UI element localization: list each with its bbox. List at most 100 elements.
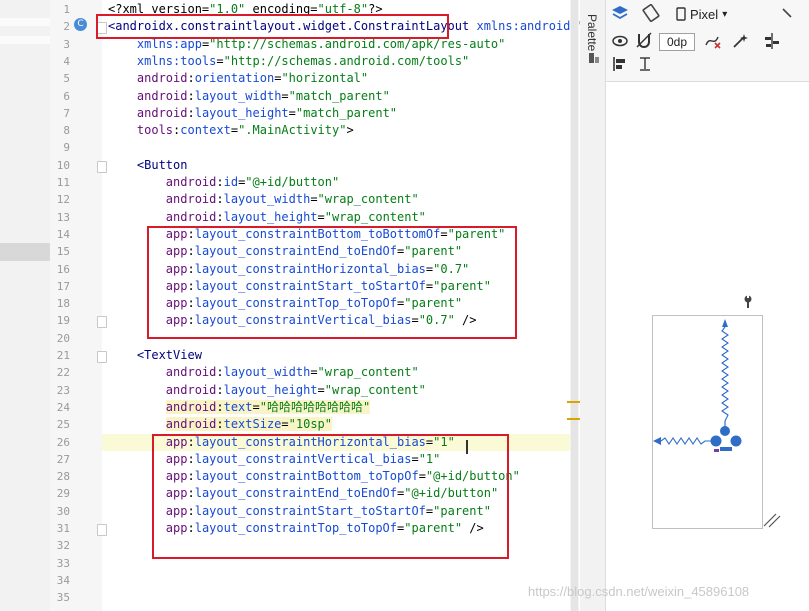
infer-constraints-icon[interactable] — [731, 32, 749, 50]
fold-marker-icon[interactable] — [97, 316, 107, 329]
code-token: textSize — [223, 417, 282, 432]
top-anchor-arrow — [722, 319, 728, 327]
magnet-icon[interactable] — [636, 32, 652, 50]
code-token: <Button — [136, 157, 188, 172]
palette-strip — [580, 0, 606, 611]
code-token: "match_parent" — [288, 88, 390, 103]
line-number: 12 — [56, 193, 70, 207]
fold-marker-icon[interactable] — [97, 160, 107, 173]
device-selector[interactable]: Pixel ▾ — [676, 4, 727, 24]
code-token: = — [281, 88, 289, 103]
line-number: 27 — [56, 452, 70, 466]
code-token: android — [165, 399, 217, 414]
code-line[interactable]: <TextView — [108, 347, 202, 364]
api-version-icon[interactable] — [780, 6, 794, 20]
phone-icon — [676, 7, 686, 21]
code-token: : — [216, 175, 224, 189]
resize-handle-icon[interactable] — [762, 512, 782, 528]
layers-icon[interactable] — [611, 4, 629, 22]
code-line[interactable]: android:textSize="10sp" — [108, 416, 332, 433]
line-number: 21 — [56, 349, 70, 362]
code-token: = — [281, 417, 289, 432]
line-number: 20 — [56, 331, 70, 345]
code-line[interactable]: android:orientation="horizontal" — [108, 70, 368, 87]
code-token: > — [346, 123, 354, 138]
code-line[interactable]: android:layout_height="match_parent" — [108, 105, 397, 122]
code-token: : — [216, 399, 224, 414]
highlight-box-button-constraints — [147, 226, 517, 339]
code-line[interactable]: <Button — [108, 157, 188, 174]
code-line[interactable]: android:layout_width="wrap_content" — [108, 364, 419, 381]
code-line[interactable]: xmlns:tools="http://schemas.android.com/… — [108, 53, 469, 70]
code-token: layout_width — [223, 192, 311, 207]
code-token: layout_height — [194, 105, 289, 120]
warning-marker[interactable] — [567, 418, 580, 420]
line-number: 5 — [63, 72, 70, 86]
line-number: 14 — [56, 227, 70, 241]
highlight-box-constraintlayout — [96, 14, 449, 39]
line-number: 29 — [56, 487, 70, 501]
code-token: = — [252, 399, 260, 414]
line-number: 7 — [63, 106, 70, 120]
code-line[interactable]: android:id="@+id/button" — [108, 174, 339, 191]
code-token: <TextView — [136, 348, 202, 362]
fold-marker-icon[interactable] — [97, 351, 107, 363]
editor-scrollbar[interactable] — [570, 0, 579, 611]
constraint-blueprint[interactable] — [650, 313, 765, 533]
align-icon[interactable] — [612, 56, 628, 72]
code-token: xmlns:tools — [136, 53, 217, 68]
code-line[interactable]: android:layout_height="wrap_content" — [108, 382, 426, 399]
line-number: 2 — [63, 20, 70, 34]
code-token: id — [223, 175, 239, 189]
code-token: = — [317, 209, 325, 224]
code-token: : — [216, 417, 224, 432]
line-number: 15 — [56, 245, 70, 259]
code-line[interactable]: android:text="哈哈哈哈哈哈哈哈" — [108, 399, 371, 416]
code-token: "wrap_content" — [324, 382, 426, 397]
line-number: 9 — [63, 141, 70, 155]
code-token: : — [216, 192, 224, 207]
line-number: 3 — [63, 37, 70, 51]
code-line[interactable]: android:layout_width="wrap_content" — [108, 191, 419, 208]
class-badge-icon[interactable]: C — [74, 18, 87, 31]
clear-constraints-icon[interactable] — [704, 33, 722, 49]
line-number: 6 — [63, 89, 70, 103]
code-token: "http://schemas.android.com/tools" — [223, 53, 470, 68]
scrollbar-thumb[interactable] — [571, 0, 578, 611]
code-token: "wrap_content" — [317, 192, 419, 207]
fold-marker-icon[interactable] — [97, 524, 107, 536]
code-line[interactable]: android:layout_height="wrap_content" — [108, 209, 426, 226]
line-number: 1 — [63, 3, 70, 16]
code-token: = — [317, 382, 325, 397]
code-token: android — [165, 365, 217, 380]
line-number: 11 — [56, 176, 70, 189]
code-line[interactable]: android:layout_width="match_parent" — [108, 88, 390, 105]
line-number: 16 — [56, 262, 70, 276]
wrench-icon[interactable] — [742, 295, 754, 309]
line-number: 32 — [56, 539, 70, 553]
code-token: android — [136, 88, 188, 103]
code-line[interactable]: tools:context=".MainActivity"> — [108, 122, 354, 139]
line-number: 19 — [56, 314, 70, 328]
line-number: 8 — [63, 124, 70, 138]
default-margin-field[interactable]: 0dp — [659, 33, 695, 51]
guidelines-icon[interactable] — [763, 32, 781, 50]
eye-icon[interactable] — [612, 34, 628, 48]
baseline-icon[interactable] — [638, 56, 652, 72]
code-token: = — [230, 123, 239, 138]
line-number: 23 — [56, 383, 70, 397]
orientation-icon[interactable] — [642, 4, 660, 22]
code-token: tools — [136, 123, 174, 138]
warning-marker[interactable] — [567, 401, 580, 403]
code-token: = — [310, 192, 318, 207]
palette-component-icon[interactable] — [588, 52, 600, 64]
code-token: layout_height — [223, 382, 318, 397]
